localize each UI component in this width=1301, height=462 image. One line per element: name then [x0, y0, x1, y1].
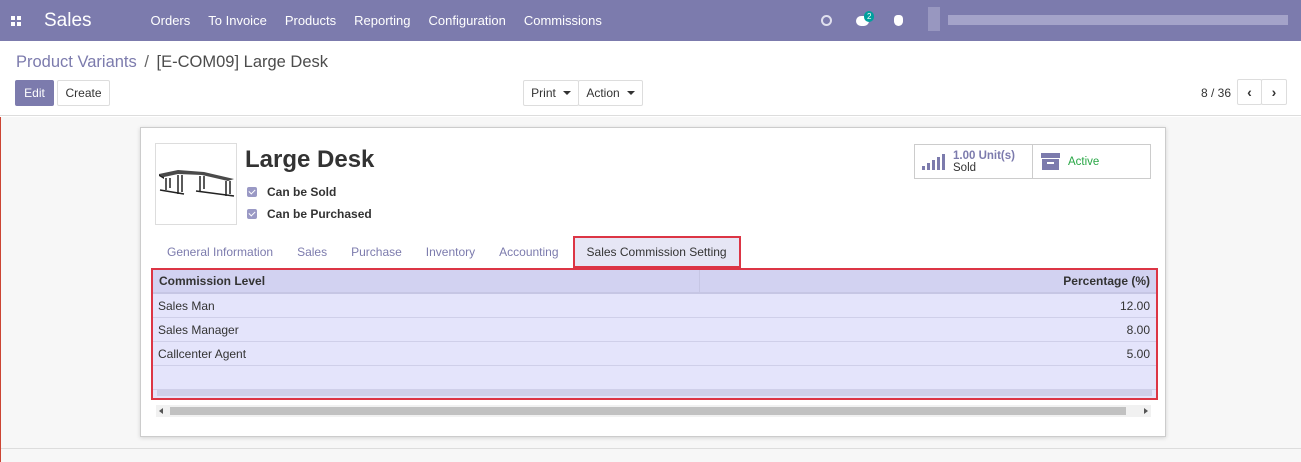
tab-inventory[interactable]: Inventory: [414, 236, 487, 268]
caret-down-icon: [562, 91, 571, 95]
can-be-purchased-checkbox[interactable]: [247, 209, 257, 219]
tab-accounting[interactable]: Accounting: [487, 236, 570, 268]
commission-level-cell: Sales Manager: [158, 323, 239, 337]
create-button[interactable]: Create: [57, 80, 110, 106]
action-dropdown-button[interactable]: Action: [578, 80, 643, 106]
form-sheet: Large Desk Can be Sold Can be Purchased …: [140, 127, 1166, 437]
debug-bug-icon[interactable]: [887, 10, 909, 32]
tab-general-information[interactable]: General Information: [155, 236, 285, 268]
active-status-label: Active: [1068, 155, 1100, 168]
breadcrumb-current: [E-COM09] Large Desk: [156, 53, 329, 71]
percentage-cell: 12.00: [1119, 299, 1150, 313]
signal-bars-icon: [922, 153, 945, 170]
can-be-purchased-row: Can be Purchased: [247, 207, 372, 221]
percentage-cell: 5.00: [1126, 347, 1150, 361]
product-name: Large Desk: [245, 146, 375, 173]
table-row[interactable]: Sales Manager 8.00: [153, 318, 1156, 342]
breadcrumb-product-variants[interactable]: Product Variants: [16, 53, 137, 71]
menu-to-invoice[interactable]: To Invoice: [199, 0, 276, 41]
action-label: Action: [586, 86, 620, 100]
scrollbar-thumb[interactable]: [170, 407, 1126, 415]
archive-box-icon: [1041, 153, 1060, 170]
tab-sales-commission-setting[interactable]: Sales Commission Setting: [572, 236, 741, 268]
table-row[interactable]: Sales Man 12.00: [153, 294, 1156, 318]
app-title[interactable]: Sales: [44, 10, 92, 32]
edit-button[interactable]: Edit: [15, 80, 54, 106]
form-tabs: General Information Sales Purchase Inven…: [155, 236, 1153, 268]
active-toggle-button[interactable]: Active: [1032, 144, 1151, 179]
menu-commissions[interactable]: Commissions: [515, 0, 611, 41]
print-label: Print: [531, 86, 556, 100]
control-panel: Product Variants / [E-COM09] Large Desk …: [0, 41, 1301, 116]
chevron-left-icon: ‹: [1247, 84, 1252, 100]
column-divider: [699, 270, 700, 292]
user-menu-blurred[interactable]: [928, 5, 1298, 35]
message-count-badge: 2: [864, 10, 875, 22]
top-navbar: Sales Orders To Invoice Products Reporti…: [0, 0, 1301, 41]
sold-quantity: 1.00 Unit(s): [953, 149, 1015, 162]
messages-icon[interactable]: 2: [851, 10, 875, 32]
horizontal-scrollbar[interactable]: [156, 405, 1151, 417]
commission-level-cell: Sales Man: [158, 299, 215, 313]
table-footer: [157, 390, 1152, 396]
breadcrumb: Product Variants / [E-COM09] Large Desk: [16, 53, 328, 72]
commission-table: Commission Level Percentage (%) Sales Ma…: [151, 268, 1158, 400]
caret-down-icon: [626, 91, 635, 95]
can-be-sold-label: Can be Sold: [267, 185, 337, 199]
can-be-sold-row: Can be Sold: [247, 185, 336, 199]
commission-level-cell: Callcenter Agent: [158, 347, 247, 361]
form-content-area: Large Desk Can be Sold Can be Purchased …: [0, 117, 1301, 462]
menu-reporting[interactable]: Reporting: [345, 0, 419, 41]
breadcrumb-separator: /: [144, 53, 149, 71]
main-menu: Orders To Invoice Products Reporting Con…: [142, 0, 611, 41]
apps-menu-icon[interactable]: [0, 0, 32, 41]
scroll-right-arrow-icon[interactable]: [1144, 408, 1148, 414]
table-header: Commission Level Percentage (%): [153, 270, 1156, 294]
pager-value[interactable]: 8 / 36: [1201, 86, 1231, 100]
scroll-left-arrow-icon[interactable]: [159, 408, 163, 414]
chevron-right-icon: ›: [1271, 84, 1277, 100]
tab-purchase[interactable]: Purchase: [339, 236, 414, 268]
can-be-sold-checkbox[interactable]: [247, 187, 257, 197]
menu-products[interactable]: Products: [276, 0, 345, 41]
header-percentage[interactable]: Percentage (%): [1063, 270, 1150, 292]
sold-smart-button[interactable]: 1.00 Unit(s) Sold: [914, 144, 1033, 179]
empty-table-row: [153, 366, 1156, 390]
product-image[interactable]: [155, 143, 237, 225]
menu-orders[interactable]: Orders: [142, 0, 200, 41]
activity-clock-icon[interactable]: [815, 10, 837, 32]
pager-previous-button[interactable]: ‹: [1237, 79, 1262, 105]
tab-sales[interactable]: Sales: [285, 236, 339, 268]
print-dropdown-button[interactable]: Print: [523, 80, 579, 106]
menu-configuration[interactable]: Configuration: [420, 0, 515, 41]
pager-next-button[interactable]: ›: [1261, 79, 1287, 105]
sold-label: Sold: [953, 161, 977, 174]
page-bottom-divider: [1, 448, 1301, 449]
can-be-purchased-label: Can be Purchased: [267, 207, 372, 221]
table-row[interactable]: Callcenter Agent 5.00: [153, 342, 1156, 366]
header-commission-level[interactable]: Commission Level: [159, 270, 265, 292]
percentage-cell: 8.00: [1126, 323, 1150, 337]
